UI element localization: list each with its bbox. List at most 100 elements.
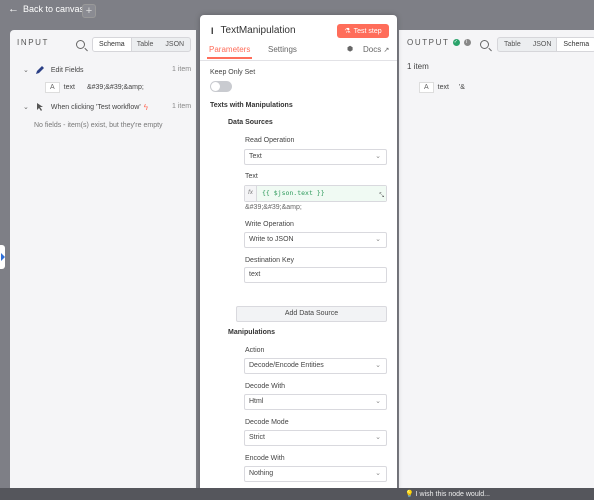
success-icon: ✓ bbox=[453, 39, 461, 47]
schema-field-text[interactable]: A text &#39;&#39;&amp; bbox=[45, 82, 144, 93]
expand-icon[interactable]: ⤡ bbox=[379, 193, 384, 200]
node-title: I TextManipulation bbox=[211, 25, 296, 36]
decode-mode-value: Strict bbox=[249, 434, 265, 441]
node-name: Edit Fields bbox=[50, 66, 84, 74]
decode-with-label: Decode With bbox=[245, 383, 286, 390]
docs-link[interactable]: Docs ↗ bbox=[363, 45, 389, 54]
add-node-button[interactable]: + bbox=[82, 4, 96, 18]
modal-tabs: Parameters Settings ⬢ Docs ↗ bbox=[200, 45, 397, 61]
external-link-icon: ↗ bbox=[383, 47, 390, 54]
pointer-icon bbox=[36, 103, 43, 111]
output-header-group: OUTPUT ✓ i bbox=[407, 38, 471, 47]
expression-preview: &#39;&#39;&amp; bbox=[245, 204, 302, 211]
read-operation-select[interactable]: Text ⌄ bbox=[244, 149, 387, 165]
output-tab-table[interactable]: Table bbox=[498, 38, 527, 51]
output-tab-json[interactable]: JSON bbox=[527, 38, 558, 51]
input-view-switcher: Schema Table JSON bbox=[92, 37, 192, 52]
action-value: Decode/Encode Entities bbox=[249, 362, 324, 369]
chevron-down-icon: ⌄ bbox=[375, 153, 381, 160]
empty-fields-message: No fields - item(s) exist, but they're e… bbox=[34, 122, 163, 129]
node-settings-modal: I TextManipulation ⚗ Test step Parameter… bbox=[200, 15, 397, 500]
docs-label: Docs bbox=[363, 45, 382, 54]
search-icon[interactable] bbox=[480, 40, 489, 49]
node-manual-trigger[interactable]: ⌄ When clicking 'Test workflow' ϟ bbox=[23, 102, 148, 112]
text-expression-field[interactable]: fx {{ $json.text }} ⤡ bbox=[244, 185, 387, 202]
bolt-icon: ϟ bbox=[143, 102, 148, 112]
item-count: 1 item bbox=[172, 103, 192, 110]
output-header: OUTPUT bbox=[407, 38, 450, 47]
field-name: text bbox=[63, 84, 75, 91]
output-panel: OUTPUT ✓ i Table JSON Schema 1 item A te… bbox=[399, 30, 594, 500]
chevron-down-icon: ⌄ bbox=[375, 398, 381, 405]
pen-icon bbox=[35, 66, 44, 74]
string-type-icon: A bbox=[419, 82, 434, 93]
search-icon[interactable] bbox=[76, 40, 85, 49]
destination-key-input[interactable]: text bbox=[244, 267, 387, 283]
destination-key-value: text bbox=[249, 271, 261, 278]
back-to-canvas-button[interactable]: ← Back to canvas bbox=[8, 3, 84, 15]
write-operation-select[interactable]: Write to JSON ⌄ bbox=[244, 232, 387, 248]
text-label: Text bbox=[245, 173, 258, 180]
node-title-text[interactable]: TextManipulation bbox=[221, 25, 296, 36]
box-icon: ⬢ bbox=[347, 46, 354, 53]
decode-mode-select[interactable]: Strict ⌄ bbox=[244, 430, 387, 446]
action-label: Action bbox=[245, 347, 265, 354]
output-view-switcher: Table JSON Schema bbox=[497, 37, 594, 52]
node-edit-fields[interactable]: ⌄ Edit Fields bbox=[23, 65, 84, 75]
input-header: INPUT bbox=[17, 38, 49, 47]
feedback-label: I wish this node would... bbox=[415, 491, 490, 498]
texts-section-title: Texts with Manipulations bbox=[210, 102, 293, 109]
bottom-toolbar bbox=[0, 488, 594, 500]
decode-with-value: Html bbox=[249, 398, 264, 405]
keep-only-set-label: Keep Only Set bbox=[210, 69, 256, 76]
field-name: text bbox=[437, 84, 449, 91]
item-count: 1 item bbox=[172, 66, 192, 73]
input-tab-table[interactable]: Table bbox=[131, 38, 160, 51]
read-operation-label: Read Operation bbox=[245, 137, 295, 144]
fx-icon: fx bbox=[245, 186, 257, 201]
info-icon[interactable]: i bbox=[464, 39, 471, 47]
chevron-down-icon: ⌄ bbox=[23, 67, 29, 74]
feedback-link[interactable]: 💡 I wish this node would... bbox=[405, 490, 490, 498]
input-tab-schema[interactable]: Schema bbox=[93, 38, 131, 51]
input-tab-json[interactable]: JSON bbox=[159, 38, 190, 51]
add-data-source-button[interactable]: Add Data Source bbox=[236, 306, 387, 322]
string-type-icon: A bbox=[45, 82, 60, 93]
test-step-label: Test step bbox=[353, 27, 382, 35]
output-item-count: 1 item bbox=[407, 62, 429, 71]
encode-with-select[interactable]: Nothing ⌄ bbox=[244, 466, 387, 482]
data-sources-title: Data Sources bbox=[228, 119, 273, 126]
back-label: Back to canvas bbox=[23, 4, 85, 14]
test-step-button[interactable]: ⚗ Test step bbox=[337, 24, 389, 38]
decode-mode-label: Decode Mode bbox=[245, 419, 289, 426]
text-expression: {{ $json.text }} bbox=[257, 186, 386, 201]
encode-with-value: Nothing bbox=[249, 470, 274, 477]
write-operation-value: Write to JSON bbox=[249, 236, 294, 243]
destination-key-label: Destination Key bbox=[245, 257, 295, 264]
chevron-down-icon: ⌄ bbox=[375, 362, 381, 369]
chevron-down-icon: ⌄ bbox=[375, 236, 381, 243]
panel-drag-handle[interactable] bbox=[0, 245, 5, 269]
lightbulb-icon: 💡 bbox=[405, 491, 414, 498]
encode-with-label: Encode With bbox=[245, 455, 285, 462]
input-panel: INPUT Schema Table JSON ⌄ Edit Fields 1 … bbox=[10, 30, 196, 500]
arrow-left-icon: ← bbox=[8, 3, 19, 15]
output-tab-schema[interactable]: Schema bbox=[557, 38, 594, 51]
node-name: When clicking 'Test workflow' bbox=[50, 103, 141, 111]
chevron-down-icon: ⌄ bbox=[375, 434, 381, 441]
field-value: &#39;&#39;&amp; bbox=[86, 84, 144, 91]
manipulations-title: Manipulations bbox=[228, 329, 276, 336]
output-field-text[interactable]: A text '& bbox=[419, 82, 465, 93]
keep-only-set-toggle[interactable] bbox=[210, 81, 232, 92]
read-operation-value: Text bbox=[249, 153, 262, 160]
tab-settings[interactable]: Settings bbox=[268, 45, 297, 54]
field-value: '& bbox=[458, 84, 465, 91]
decode-with-select[interactable]: Html ⌄ bbox=[244, 394, 387, 410]
action-select[interactable]: Decode/Encode Entities ⌄ bbox=[244, 358, 387, 374]
chevron-down-icon: ⌄ bbox=[375, 470, 381, 477]
chevron-down-icon: ⌄ bbox=[23, 104, 29, 111]
write-operation-label: Write Operation bbox=[245, 221, 294, 228]
tab-parameters[interactable]: Parameters bbox=[206, 45, 253, 59]
cursor-text-icon: I bbox=[211, 25, 214, 36]
flask-icon: ⚗ bbox=[344, 28, 351, 35]
